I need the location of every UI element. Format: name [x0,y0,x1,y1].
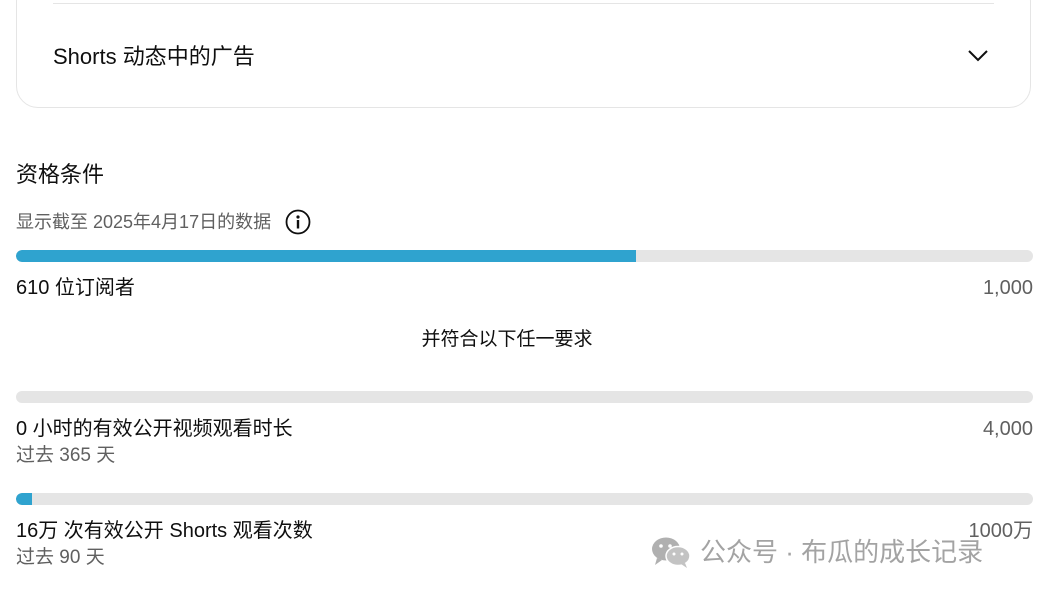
subscribers-count: 610 位订阅者 [16,277,135,299]
data-as-of-text: 显示截至 2025年4月17日的数据 [16,212,272,232]
shorts-views-progress-fill [16,493,33,505]
any-of-requirement-text: 并符合以下任一要求 [421,329,593,350]
eligibility-title: 资格条件 [16,162,105,187]
chevron-down-icon[interactable] [967,47,989,63]
wechat-icon [652,537,691,568]
subscribers-target: 1,000 [982,277,1033,299]
shorts-ads-title: Shorts 动态中的广告 [53,44,255,69]
watch-hours-progress-bar [16,391,1033,403]
shorts-ads-card[interactable]: Shorts 动态中的广告 [16,0,1031,108]
subscribers-progress-bar [16,250,1033,262]
info-icon[interactable] [285,209,311,235]
watch-hours-period: 过去 365 天 [16,445,116,466]
shorts-views-count: 16万 次有效公开 Shorts 观看次数 [16,520,313,542]
data-as-of: 显示截至 2025年4月17日的数据 [16,209,311,235]
watch-hours-count: 0 小时的有效公开视频观看时长 [16,418,293,440]
watermark-text: 公众号 · 布瓜的成长记录 [700,537,984,567]
shorts-views-period: 过去 90 天 [16,547,105,568]
shorts-views-progress-bar [16,493,1033,505]
watch-hours-target: 4,000 [982,418,1033,440]
card-divider [53,3,994,4]
watermark: 公众号 · 布瓜的成长记录 [650,535,983,569]
subscribers-progress-fill [16,250,637,262]
